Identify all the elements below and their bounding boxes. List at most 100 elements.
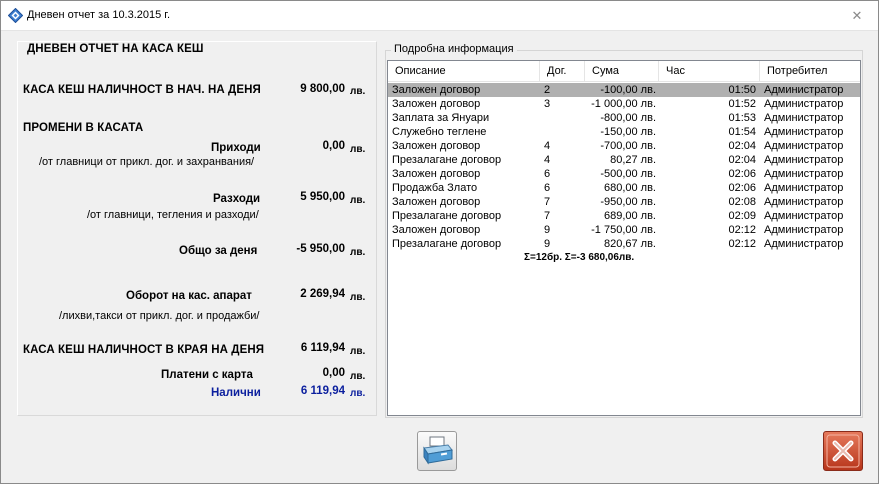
cell-contract: 4 [544, 154, 551, 166]
end-balance-amount: 6 119,94 [300, 342, 345, 354]
card-paid-label: Платени с карта [161, 369, 253, 381]
day-total-label: Общо за деня [179, 245, 258, 257]
turnover-note: /лихви,такси от прикл. дог. и продажби/ [59, 310, 260, 322]
end-balance-currency: лв. [350, 346, 366, 357]
cell-sum: -700,00 лв. [600, 140, 656, 152]
table-row[interactable]: Заложен договор 3 -1 000,00 лв. 01:52 Ад… [388, 97, 860, 111]
cell-description: Заложен договор [392, 140, 481, 152]
list-rows: Заложен договор 2 -100,00 лв. 01:50 Адми… [388, 83, 860, 251]
cell-description: Заложен договор [392, 84, 481, 96]
cell-user: Администратор [764, 140, 844, 152]
table-row[interactable]: Заложен договор 7 -950,00 лв. 02:08 Адми… [388, 195, 860, 209]
cell-user: Администратор [764, 182, 844, 194]
start-balance-amount: 9 800,00 [300, 83, 345, 95]
table-row[interactable]: Заложен договор 2 -100,00 лв. 01:50 Адми… [388, 83, 860, 97]
cell-description: Презалагане договор [392, 238, 502, 250]
expense-note: /от главници, тегления и разходи/ [87, 209, 259, 221]
cell-time: 02:06 [728, 182, 756, 194]
cell-description: Заложен договор [392, 168, 481, 180]
cell-sum: 820,67 лв. [603, 238, 656, 250]
cell-user: Администратор [764, 196, 844, 208]
table-row[interactable]: Заложен договор 9 -1 750,00 лв. 02:12 Ад… [388, 223, 860, 237]
cell-sum: 680,00 лв. [603, 182, 656, 194]
cell-contract: 7 [544, 196, 551, 208]
table-row[interactable]: Продажба Злато 6 680,00 лв. 02:06 Админи… [388, 181, 860, 195]
changes-heading: ПРОМЕНИ В КАСАТА [23, 122, 144, 134]
cell-user: Администратор [764, 84, 844, 96]
income-currency: лв. [350, 144, 366, 155]
cell-time: 02:08 [728, 196, 756, 208]
turnover-currency: лв. [350, 292, 366, 303]
cell-contract: 2 [544, 84, 551, 96]
cell-user: Администратор [764, 98, 844, 110]
income-label: Приходи [211, 142, 261, 154]
cell-time: 02:06 [728, 168, 756, 180]
column-header-time[interactable]: Час [659, 61, 760, 82]
close-icon [826, 434, 860, 468]
cell-description: Презалагане договор [392, 210, 502, 222]
cell-description: Заплата за Януари [392, 112, 490, 124]
cell-sum: -950,00 лв. [600, 196, 656, 208]
details-group-title: Подробна информация [391, 43, 517, 55]
cell-contract: 6 [544, 168, 551, 180]
cell-sum: 80,27 лв. [610, 154, 656, 166]
title-bar: Дневен отчет за 10.3.2015 г. ✕ [1, 1, 878, 31]
start-balance-currency: лв. [350, 86, 366, 97]
cell-user: Администратор [764, 168, 844, 180]
cash-label: Налични [211, 387, 261, 399]
cell-sum: 689,00 лв. [603, 210, 656, 222]
cell-contract: 9 [544, 238, 551, 250]
list-total-summary: Σ=12бр. Σ=-3 680,06лв. [524, 252, 635, 263]
title-close-button[interactable]: ✕ [847, 7, 867, 25]
table-row[interactable]: Презалагане договор 9 820,67 лв. 02:12 А… [388, 237, 860, 251]
list-header: Описание Дог. Сума Час Потребител [388, 61, 860, 82]
income-amount: 0,00 [322, 140, 345, 152]
cell-description: Презалагане договор [392, 154, 502, 166]
cell-sum: -1 750,00 лв. [591, 224, 656, 236]
cell-description: Продажба Злато [392, 182, 478, 194]
details-list[interactable]: Описание Дог. Сума Час Потребител Заложе… [387, 60, 861, 416]
table-row[interactable]: Заплата за Януари -800,00 лв. 01:53 Адми… [388, 111, 860, 125]
turnover-label: Оборот на кас. апарат [126, 290, 252, 302]
report-window: Дневен отчет за 10.3.2015 г. ✕ ДНЕВЕН ОТ… [0, 0, 879, 484]
cash-amount: 6 119,94 [300, 385, 345, 397]
expense-amount: 5 950,00 [300, 191, 345, 203]
cell-time: 01:50 [728, 84, 756, 96]
cell-description: Заложен договор [392, 98, 481, 110]
start-balance-label: КАСА КЕШ НАЛИЧНОСТ В НАЧ. НА ДЕНЯ [23, 84, 261, 96]
day-total-currency: лв. [350, 247, 366, 258]
column-header-user[interactable]: Потребител [760, 61, 860, 82]
table-row[interactable]: Заложен договор 4 -700,00 лв. 02:04 Адми… [388, 139, 860, 153]
window-title: Дневен отчет за 10.3.2015 г. [27, 9, 171, 21]
cell-contract: 7 [544, 210, 551, 222]
expense-label: Разходи [213, 193, 261, 205]
cell-sum: -500,00 лв. [600, 168, 656, 180]
cell-time: 02:12 [728, 224, 756, 236]
cell-user: Администратор [764, 154, 844, 166]
turnover-amount: 2 269,94 [300, 288, 345, 300]
table-row[interactable]: Служебно теглене -150,00 лв. 01:54 Админ… [388, 125, 860, 139]
printer-icon [423, 436, 453, 465]
cell-contract: 3 [544, 98, 551, 110]
table-row[interactable]: Презалагане договор 4 80,27 лв. 02:04 Ад… [388, 153, 860, 167]
cell-sum: -100,00 лв. [600, 84, 656, 96]
cell-sum: -150,00 лв. [600, 126, 656, 138]
cell-time: 01:53 [728, 112, 756, 124]
table-row[interactable]: Заложен договор 6 -500,00 лв. 02:06 Адми… [388, 167, 860, 181]
cell-contract: 4 [544, 140, 551, 152]
column-header-contract[interactable]: Дог. [540, 61, 585, 82]
close-button[interactable] [823, 431, 863, 471]
day-total-amount: -5 950,00 [296, 243, 345, 255]
cell-time: 02:04 [728, 154, 756, 166]
cell-time: 02:09 [728, 210, 756, 222]
print-button[interactable] [417, 431, 457, 471]
cell-description: Заложен договор [392, 224, 481, 236]
cell-time: 01:52 [728, 98, 756, 110]
column-header-description[interactable]: Описание [388, 61, 540, 82]
column-header-sum[interactable]: Сума [585, 61, 659, 82]
cash-summary-panel [17, 41, 377, 416]
table-row[interactable]: Презалагане договор 7 689,00 лв. 02:09 А… [388, 209, 860, 223]
cell-contract: 9 [544, 224, 551, 236]
cell-user: Администратор [764, 238, 844, 250]
card-paid-currency: лв. [350, 371, 366, 382]
